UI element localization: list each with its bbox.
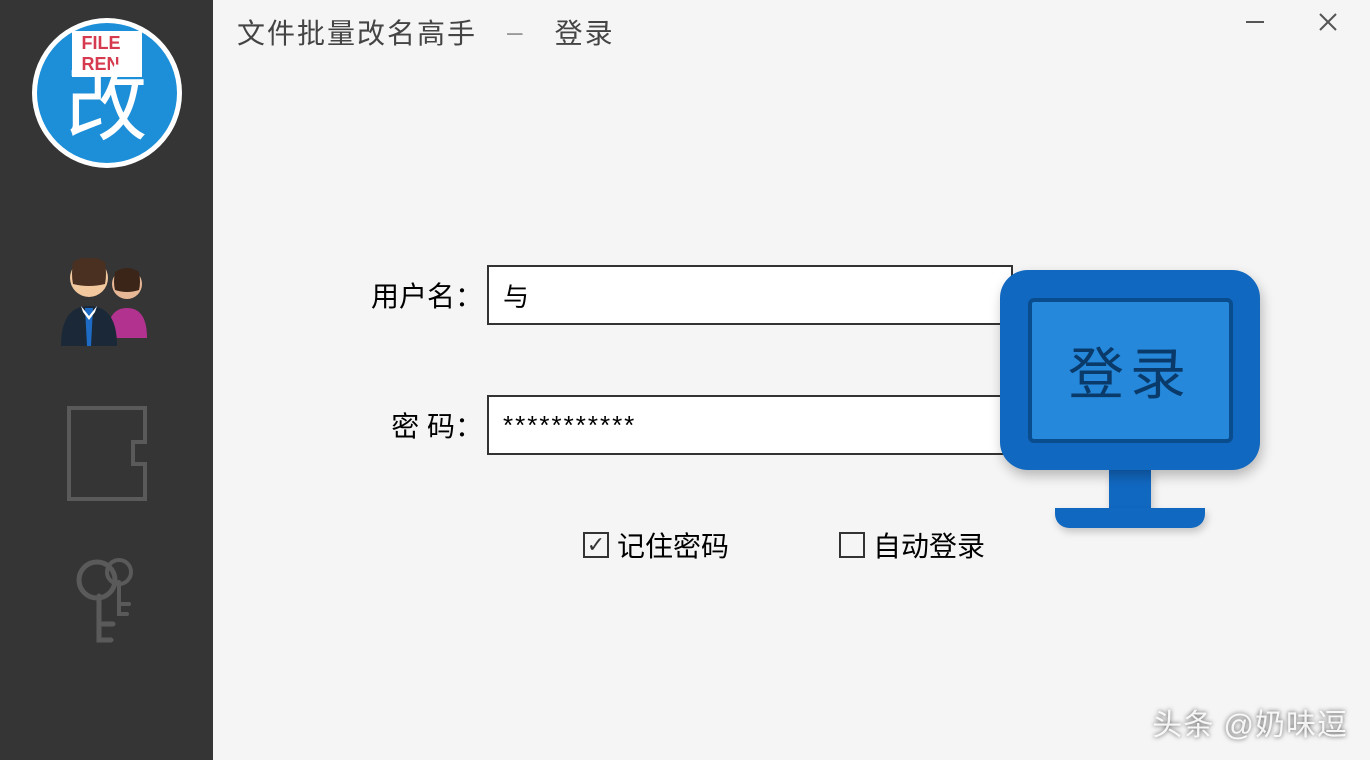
password-input[interactable] (487, 395, 1013, 455)
minimize-button[interactable] (1244, 11, 1266, 33)
title-separator: – (507, 16, 525, 48)
main-area: 文件批量改名高手 – 登录 用户名： 密 码： ✓ (213, 0, 1370, 760)
titlebar: 文件批量改名高手 – 登录 (213, 0, 1370, 64)
username-input[interactable] (487, 265, 1013, 325)
watermark: 头条 @奶味逗 (1152, 700, 1348, 744)
checkbox-row: ✓ 记住密码 自动登录 (583, 525, 1013, 565)
app-name: 文件批量改名高手 (237, 12, 477, 52)
sidebar: FILE REN 改 (0, 0, 213, 760)
key-icon[interactable] (67, 558, 147, 648)
remember-password-checkbox[interactable]: ✓ 记住密码 (583, 525, 729, 565)
login-button[interactable]: 登录 (1000, 270, 1260, 540)
checkbox-unchecked-icon (839, 532, 865, 558)
username-row: 用户名： (343, 265, 1013, 325)
remember-label: 记住密码 (617, 525, 729, 565)
logo-character: 改 (65, 38, 147, 157)
password-label: 密 码： (343, 405, 483, 445)
file-icon[interactable] (62, 408, 152, 498)
password-row: 密 码： (343, 395, 1013, 455)
users-icon[interactable] (57, 258, 157, 348)
monitor-icon: 登录 (1000, 270, 1260, 470)
app-logo: FILE REN 改 (32, 18, 182, 168)
login-form: 用户名： 密 码： ✓ 记住密码 自动登录 (343, 265, 1013, 565)
page-title: 登录 (555, 12, 615, 52)
autologin-label: 自动登录 (873, 525, 985, 565)
close-button[interactable] (1316, 10, 1340, 34)
login-button-label: 登录 (1028, 298, 1233, 443)
checkbox-checked-icon: ✓ (583, 532, 609, 558)
user-primary-icon (57, 258, 121, 346)
app-container: FILE REN 改 (0, 0, 1370, 760)
username-label: 用户名： (343, 275, 483, 315)
auto-login-checkbox[interactable]: 自动登录 (839, 525, 985, 565)
window-controls (1244, 10, 1340, 34)
